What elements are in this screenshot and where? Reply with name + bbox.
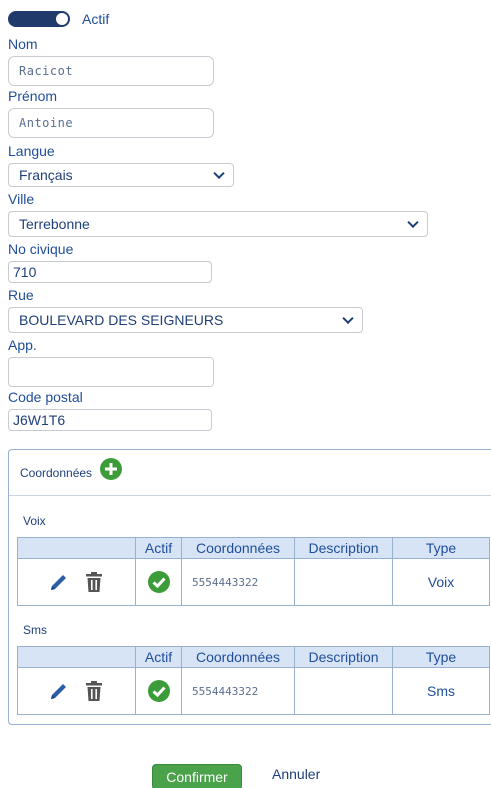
rue-label: Rue [8,287,34,303]
col-header-actions [17,646,136,668]
toggle-knob [56,13,68,25]
voix-table: Actif Coordonnées Description Type 55544… [17,537,490,606]
coordonnees-title: Coordonnées [20,465,93,480]
prenom-label: Prénom [8,88,58,104]
row-actions [17,558,136,606]
row-description [294,558,393,606]
no-civique-label: No civique [8,241,74,257]
pencil-icon[interactable] [48,571,70,593]
no-civique-input[interactable]: 710 [8,261,212,283]
ville-select[interactable]: Terrebonne [8,211,428,237]
col-header-type: Type [392,537,490,559]
cancel-button[interactable]: Annuler [272,766,320,782]
col-header-coordonnees: Coordonnées [181,646,295,668]
col-header-type: Type [392,646,490,668]
langue-select[interactable]: Français [8,163,234,187]
ville-value: Terrebonne [19,216,90,232]
row-coordonnees: 5554443322 [181,667,295,715]
table-header-row: Actif Coordonnées Description Type [17,646,490,668]
section-label-sms: Sms [23,623,47,637]
actif-toggle[interactable] [8,11,70,27]
table-header-row: Actif Coordonnées Description Type [17,537,490,559]
check-icon [147,571,170,593]
col-header-actif: Actif [135,646,182,668]
row-actif [135,558,182,606]
app-input[interactable] [8,357,214,387]
col-header-actif: Actif [135,537,182,559]
row-type: Sms [392,667,490,715]
row-actif [135,667,182,715]
nom-label: Nom [8,36,38,52]
langue-label: Langue [8,143,55,159]
col-header-description: Description [294,537,393,559]
coordonnees-header: Coordonnées [9,450,491,496]
langue-value: Français [19,167,73,183]
col-header-actions [17,537,136,559]
row-coordonnees: 5554443322 [181,558,295,606]
row-actions [17,667,136,715]
nom-input[interactable]: Racicot [8,56,214,86]
prenom-input[interactable]: Antoine [8,108,214,138]
col-header-description: Description [294,646,393,668]
chevron-down-icon [407,216,419,229]
col-header-coordonnees: Coordonnées [181,537,295,559]
actif-row: Actif [8,8,109,30]
rue-value: BOULEVARD DES SEIGNEURS [19,312,224,328]
table-row: 5554443322 Voix [17,558,490,606]
ville-label: Ville [8,191,35,207]
chevron-down-icon [342,312,354,325]
row-type: Voix [392,558,490,606]
sms-table: Actif Coordonnées Description Type 55544… [17,646,490,715]
coordonnees-panel: Coordonnées Voix Actif Coordonnées Descr… [8,449,491,725]
pencil-icon[interactable] [48,680,70,702]
row-description [294,667,393,715]
chevron-down-icon [213,167,225,180]
check-icon [147,680,170,702]
rue-select[interactable]: BOULEVARD DES SEIGNEURS [8,307,363,333]
app-label: App. [8,337,37,353]
plus-circle-icon[interactable] [100,457,123,480]
code-postal-label: Code postal [8,389,83,405]
code-postal-input[interactable]: J6W1T6 [8,409,212,431]
form-root: Actif Nom Racicot Prénom Antoine Langue … [0,0,491,788]
section-label-voix: Voix [23,514,46,528]
trash-icon[interactable] [83,571,105,593]
actif-label: Actif [82,11,110,27]
table-row: 5554443322 Sms [17,667,490,715]
confirm-button[interactable]: Confirmer [152,764,242,788]
trash-icon[interactable] [83,680,105,702]
